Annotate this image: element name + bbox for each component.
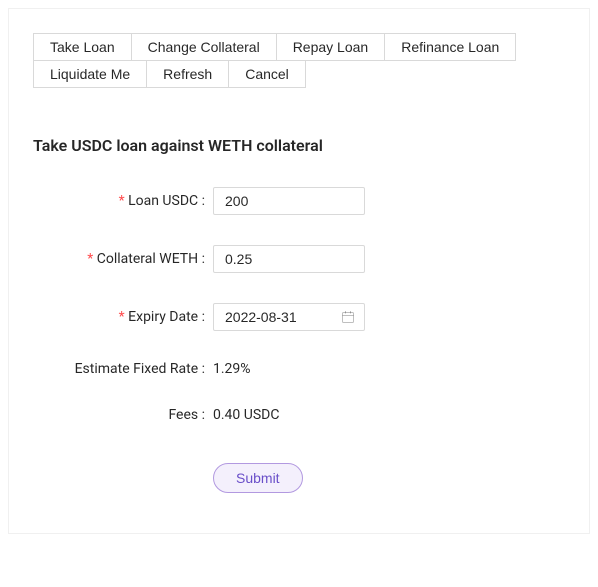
value-rate: 1.29%	[213, 361, 251, 377]
value-fees: 0.40 USDC	[213, 407, 279, 423]
submit-button[interactable]: Submit	[213, 463, 303, 493]
panel: Take Loan Change Collateral Repay Loan R…	[8, 8, 590, 534]
input-expiry-date[interactable]	[213, 303, 365, 331]
tab-row-1: Take Loan Change Collateral Repay Loan R…	[33, 33, 516, 61]
label-collateral: Collateral WETH	[33, 251, 213, 267]
tab-change-collateral[interactable]: Change Collateral	[131, 33, 277, 61]
label-expiry: Expiry Date	[33, 309, 213, 325]
row-collateral: Collateral WETH	[33, 245, 565, 273]
row-fees: Fees 0.40 USDC	[33, 407, 565, 423]
label-fees: Fees	[33, 407, 213, 423]
row-rate: Estimate Fixed Rate 1.29%	[33, 361, 565, 377]
tab-repay-loan[interactable]: Repay Loan	[276, 33, 386, 61]
tab-row-2: Liquidate Me Refresh Cancel	[33, 60, 306, 88]
tab-liquidate-me[interactable]: Liquidate Me	[33, 60, 147, 88]
tab-group: Take Loan Change Collateral Repay Loan R…	[33, 33, 565, 88]
tab-cancel[interactable]: Cancel	[228, 60, 306, 88]
tab-refinance-loan[interactable]: Refinance Loan	[384, 33, 516, 61]
input-collateral-weth[interactable]	[213, 245, 365, 273]
label-rate: Estimate Fixed Rate	[33, 361, 213, 377]
row-submit: Submit	[33, 463, 565, 493]
row-loan: Loan USDC	[33, 187, 565, 215]
tab-refresh[interactable]: Refresh	[146, 60, 229, 88]
label-loan: Loan USDC	[33, 193, 213, 209]
page-heading: Take USDC loan against WETH collateral	[33, 136, 565, 155]
row-expiry: Expiry Date	[33, 303, 565, 331]
input-loan-usdc[interactable]	[213, 187, 365, 215]
tab-take-loan[interactable]: Take Loan	[33, 33, 132, 61]
